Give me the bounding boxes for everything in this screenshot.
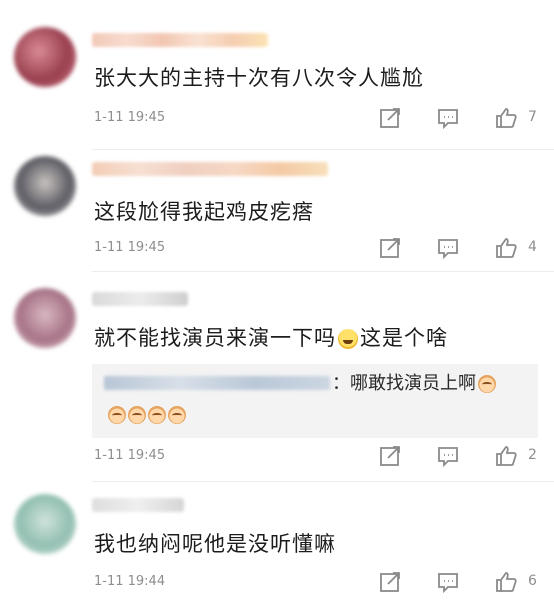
- comment-actions: 2: [372, 444, 548, 470]
- comment-text: 我也纳闷呢他是没听懂嘛: [94, 532, 336, 556]
- share-icon[interactable]: [378, 106, 404, 132]
- thumbs-up-icon[interactable]: [494, 106, 520, 132]
- comment-actions: 4: [372, 236, 548, 262]
- doge-emoji-icon: [128, 405, 146, 424]
- comment-time: 1-11 19:45: [94, 110, 166, 125]
- comment-time: 1-11 19:45: [94, 240, 166, 255]
- doge-emoji-icon: [478, 375, 496, 393]
- comment-time: 1-11 19:45: [94, 448, 166, 463]
- username-blurred[interactable]: [92, 292, 188, 306]
- username-blurred[interactable]: [92, 33, 268, 47]
- avatar[interactable]: [14, 494, 76, 554]
- thumbs-up-icon[interactable]: [494, 570, 520, 596]
- comment-actions: 7: [372, 106, 548, 132]
- reply-preview[interactable]: ：哪敢找演员上啊: [92, 364, 538, 438]
- comment-actions: 6: [372, 570, 548, 596]
- like-count: 2: [528, 447, 537, 463]
- share-icon[interactable]: [378, 570, 404, 596]
- like-count: 6: [528, 573, 537, 589]
- comment-item: 张大大的主持十次有八次令人尴尬 1-11 19:45 7: [0, 0, 554, 150]
- share-icon[interactable]: [378, 236, 404, 262]
- share-icon[interactable]: [378, 444, 404, 470]
- comment-text: 就不能找演员来演一下吗 这是个啥: [94, 322, 448, 352]
- comment-feed: 张大大的主持十次有八次令人尴尬 1-11 19:45 7 这段尬得我起鸡皮疙瘩 …: [0, 0, 554, 601]
- comment-item: 就不能找演员来演一下吗 这是个啥 ：哪敢找演员上啊 1-11 19:45 2: [0, 272, 554, 482]
- comment-item: 这段尬得我起鸡皮疙瘩 1-11 19:45 4: [0, 150, 554, 272]
- comment-icon[interactable]: [436, 570, 462, 596]
- comment-item: 我也纳闷呢他是没听懂嘛 1-11 19:44 6: [0, 482, 554, 601]
- avatar[interactable]: [14, 288, 76, 348]
- avatar[interactable]: [14, 27, 76, 87]
- comment-time: 1-11 19:44: [94, 574, 166, 589]
- comment-text: 张大大的主持十次有八次令人尴尬: [94, 66, 424, 90]
- laugh-cry-emoji-icon: [338, 329, 358, 349]
- comment-text-part: 就不能找演员来演一下吗: [94, 326, 336, 350]
- doge-emoji-icon: [148, 405, 166, 424]
- thumbs-up-icon[interactable]: [494, 444, 520, 470]
- doge-emoji-icon: [108, 405, 126, 424]
- username-blurred[interactable]: [92, 162, 328, 176]
- comment-text: 这段尬得我起鸡皮疙瘩: [94, 200, 314, 224]
- like-count: 7: [528, 109, 537, 125]
- reply-text: ：哪敢找演员上啊: [332, 369, 496, 395]
- comment-icon[interactable]: [436, 444, 462, 470]
- comment-icon[interactable]: [436, 106, 462, 132]
- username-blurred[interactable]: [92, 498, 184, 512]
- like-count: 4: [528, 239, 537, 255]
- reply-emoji-row: [108, 404, 188, 424]
- avatar[interactable]: [14, 156, 76, 216]
- reply-text-content: ：哪敢找演员上啊: [332, 373, 476, 394]
- reply-username-blurred[interactable]: [104, 376, 330, 390]
- thumbs-up-icon[interactable]: [494, 236, 520, 262]
- comment-text-part: 这是个啥: [360, 326, 448, 350]
- doge-emoji-icon: [168, 405, 186, 424]
- comment-icon[interactable]: [436, 236, 462, 262]
